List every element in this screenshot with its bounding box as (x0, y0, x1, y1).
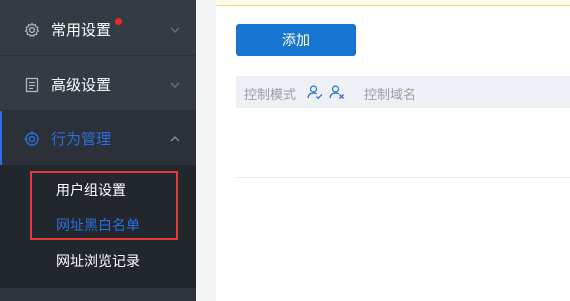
table-header: 控制模式 控制域名 (236, 76, 570, 108)
chevron-down-icon (170, 27, 180, 33)
sidebar-item-advanced-settings[interactable]: 高级设置 (0, 57, 196, 112)
main-content: 添加 控制模式 控制域名 (196, 0, 570, 301)
annotation-highlight-box (30, 171, 178, 240)
table-bottom-border (236, 177, 570, 178)
sidebar: 常用设置 高级设置 行为管理 用户组设置 网址黑白名单 网址浏览记录 (0, 0, 196, 301)
sidebar-item-label: 行为管理 (51, 130, 112, 148)
document-icon (24, 77, 40, 93)
chevron-down-icon (170, 82, 180, 88)
chevron-up-icon (170, 135, 180, 141)
sidebar-item-common-settings[interactable]: 常用设置 (0, 2, 196, 57)
content-panel: 添加 控制模式 控制域名 (216, 0, 570, 301)
notification-badge (115, 18, 122, 25)
target-icon (24, 131, 40, 147)
sidebar-item-behavior-management[interactable]: 行为管理 (0, 111, 196, 166)
gear-icon (24, 22, 40, 38)
user-check-icon[interactable] (307, 84, 323, 100)
notice-banner (216, 0, 570, 6)
submenu-item-browsing-history[interactable]: 网址浏览记录 (56, 251, 140, 271)
user-x-icon[interactable] (329, 84, 345, 100)
menu-divider (0, 55, 196, 56)
column-header-control-mode: 控制模式 (244, 88, 297, 103)
sidebar-item-label: 常用设置 (51, 21, 112, 39)
sidebar-footer (0, 288, 196, 301)
add-button[interactable]: 添加 (236, 24, 356, 56)
column-header-control-domain: 控制域名 (364, 88, 417, 103)
sidebar-item-label: 高级设置 (51, 76, 112, 94)
active-indicator (0, 111, 2, 166)
